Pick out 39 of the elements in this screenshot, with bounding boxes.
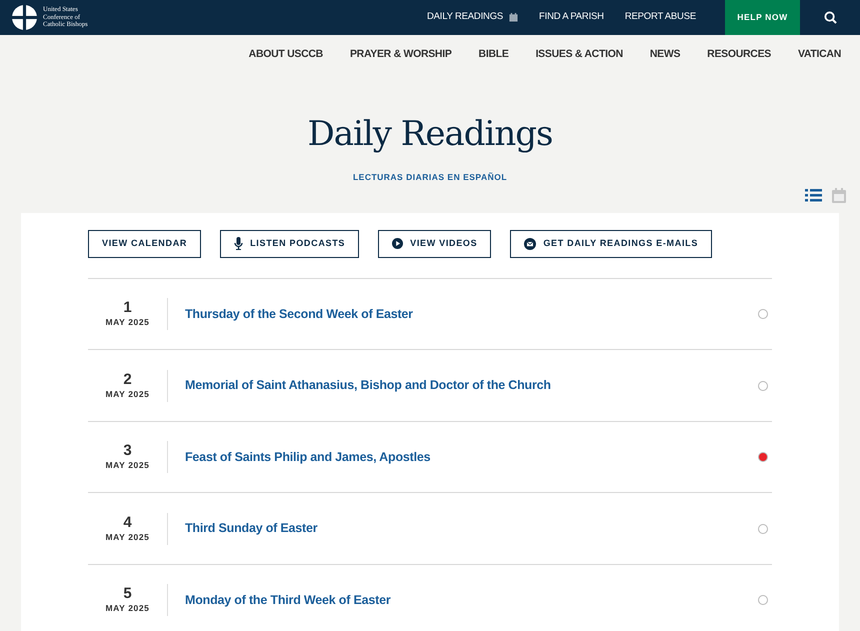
top-nav-link[interactable]: REPORT ABUSE [624, 10, 696, 25]
date-day: 2 [123, 370, 132, 388]
main-nav-link[interactable]: BIBLE [478, 47, 509, 63]
main-nav-link[interactable]: PRAYER & WORSHIP [350, 47, 452, 63]
reading-title-link[interactable]: Feast of Saints Philip and James, Apostles [185, 448, 758, 466]
date-month: MAY 2025 [105, 316, 150, 329]
play-icon [392, 238, 404, 250]
reading-title-link[interactable]: Thursday of the Second Week of Easter [185, 304, 758, 324]
action-button[interactable]: GET DAILY READINGS E-MAILS [510, 230, 712, 258]
main-nav-link[interactable]: ABOUT USCCB [248, 47, 323, 63]
help-now-button[interactable]: HELP NOW [725, 0, 800, 35]
main-nav-link[interactable]: NEWS [650, 47, 680, 63]
search-icon[interactable] [824, 11, 836, 24]
date-day: 3 [123, 442, 132, 460]
date-month: MAY 2025 [105, 530, 150, 544]
calendar-icon [509, 13, 518, 22]
reading-title-link[interactable]: Monday of the Third Week of Easter [185, 590, 758, 610]
spanish-readings-link[interactable]: LECTURAS DIARIAS EN ESPAÑOL [352, 171, 508, 184]
reading-title-link[interactable]: Third Sunday of Easter [185, 519, 758, 538]
date-day: 5 [123, 585, 132, 602]
envelope-icon [524, 238, 536, 250]
action-button[interactable]: VIEW CALENDAR [88, 230, 202, 258]
top-nav-link[interactable]: DAILY READINGS [426, 10, 518, 25]
action-button[interactable]: VIEW VIDEOS [378, 230, 492, 258]
main-nav-link[interactable]: RESOURCES [707, 47, 771, 63]
reading-title-link[interactable]: Memorial of Saint Athanasius, Bishop and Doctor of the Church [185, 376, 758, 395]
date-day: 1 [123, 299, 132, 316]
page-title: Daily Readings [306, 117, 554, 151]
microphone-icon [234, 237, 244, 250]
main-nav-link[interactable]: ISSUES & ACTION [536, 47, 623, 63]
action-button[interactable]: LISTEN PODCASTS [220, 230, 360, 258]
cross-logo-icon[interactable] [12, 5, 37, 30]
date-day: 4 [123, 514, 132, 531]
date-month: MAY 2025 [105, 459, 150, 472]
main-nav-link[interactable]: VATICAN [798, 47, 841, 63]
date-month: MAY 2025 [105, 602, 150, 615]
list-view-icon[interactable] [805, 189, 822, 202]
top-nav-link[interactable]: FIND A PARISH [539, 10, 604, 25]
date-month: MAY 2025 [105, 388, 150, 400]
